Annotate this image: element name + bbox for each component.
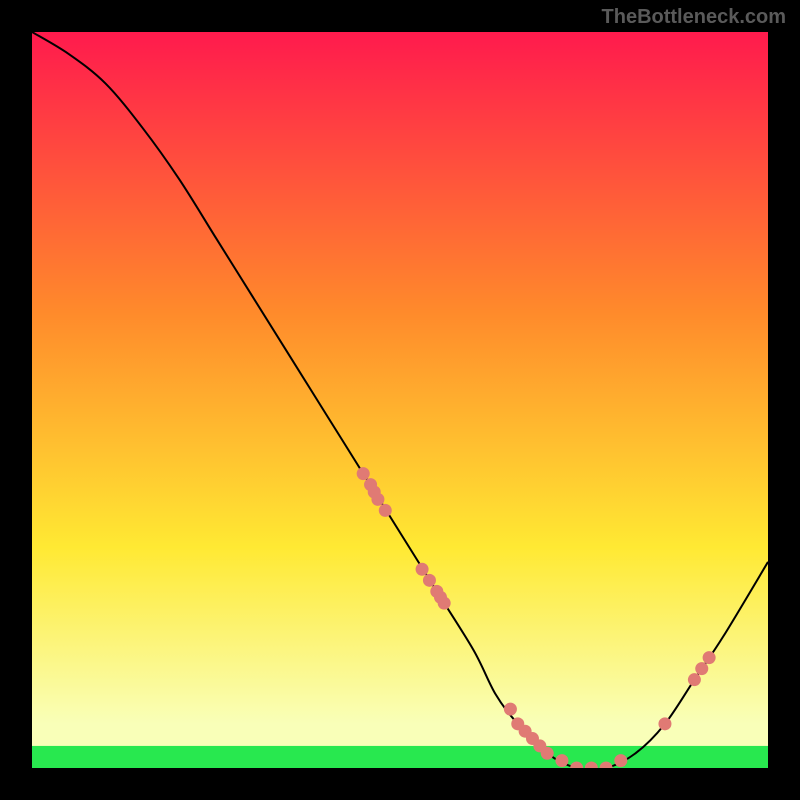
watermark-text: TheBottleneck.com [602,6,786,29]
sample-marker [703,651,716,664]
sample-marker [416,563,429,576]
sample-marker [423,574,436,587]
sample-marker [541,747,554,760]
sample-marker [688,673,701,686]
sample-marker [504,703,517,716]
sample-marker [379,504,392,517]
sample-marker [695,662,708,675]
sample-marker [658,717,671,730]
bottleneck-chart [32,32,768,768]
sample-marker [357,467,370,480]
chart-plot-area [32,32,768,768]
sample-marker [371,493,384,506]
sample-marker [555,754,568,767]
sample-marker [614,754,627,767]
gradient-background [32,32,768,768]
sample-marker [438,597,451,610]
optimal-band [32,746,768,768]
